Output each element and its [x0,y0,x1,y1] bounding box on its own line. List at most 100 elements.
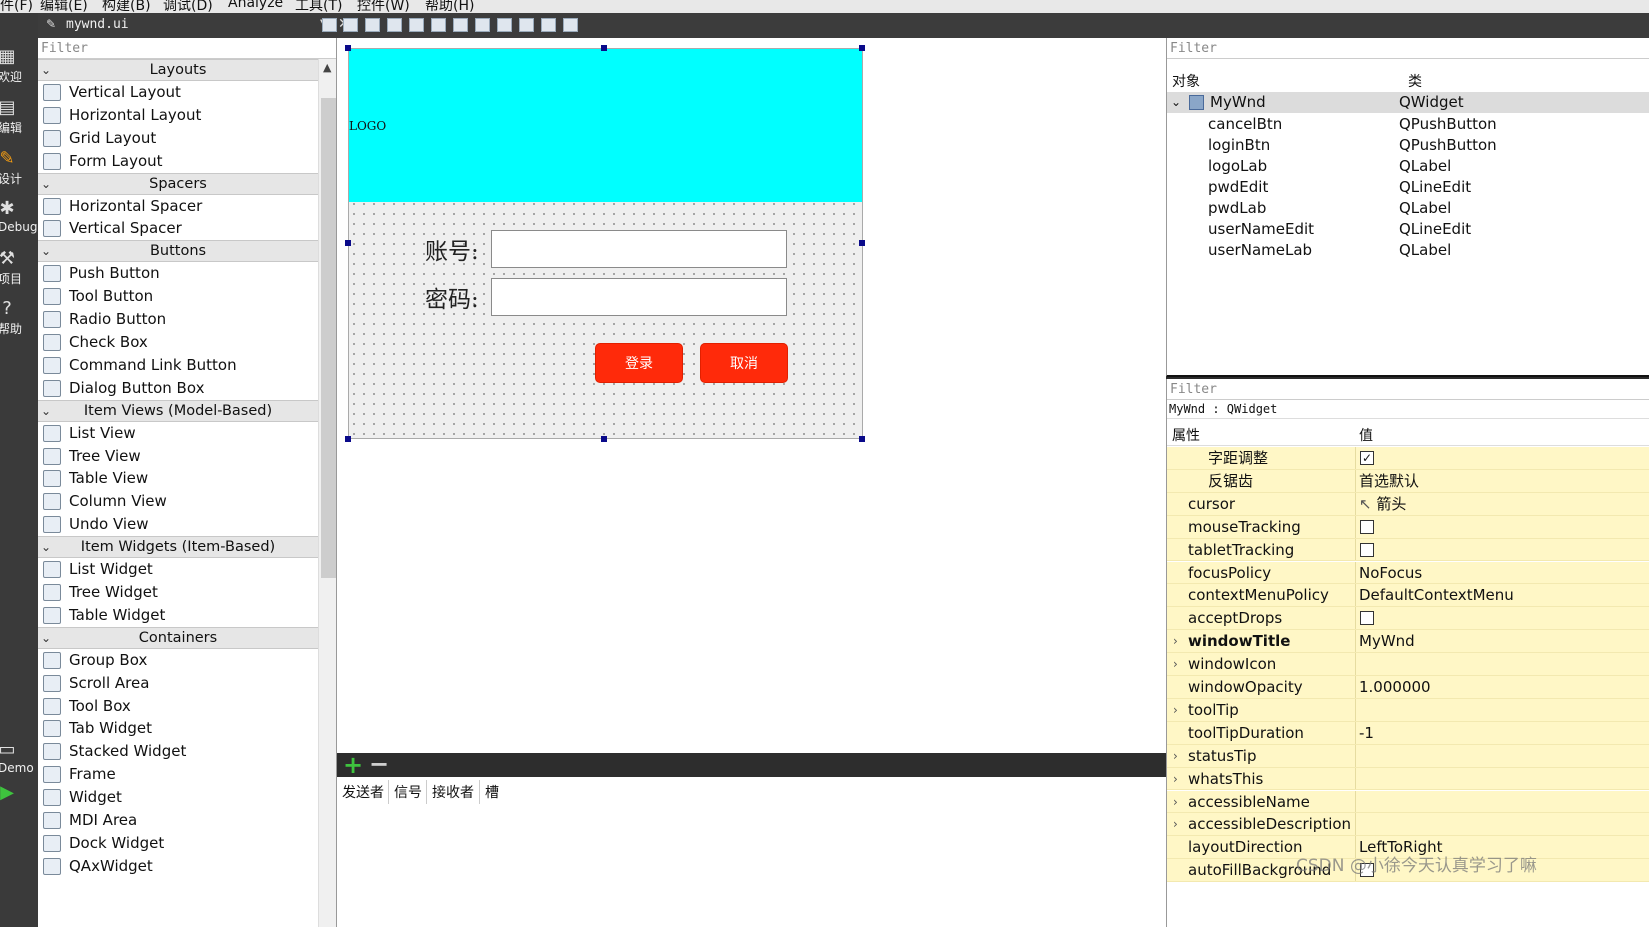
layout-tool-icon[interactable] [541,18,556,32]
property-checkbox[interactable] [1360,542,1374,557]
slot-column-header[interactable]: 槽 [485,782,499,802]
property-value[interactable]: ↖ 箭头 [1359,493,1406,516]
mode-2[interactable]: ▤ 编辑 [0,98,38,142]
property-row[interactable]: › accessibleDescription [1167,813,1649,837]
property-row[interactable]: toolTipDuration -1 [1167,721,1649,745]
collapse-chevron-icon[interactable]: ⌄ [1171,92,1181,113]
layout-tool-icon[interactable] [431,18,446,32]
resize-handle[interactable] [859,436,865,442]
property-value[interactable]: NoFocus [1359,562,1422,585]
resize-handle[interactable] [859,45,865,51]
object-row[interactable]: userNameEdit QLineEdit [1167,219,1649,240]
receiver-column-header[interactable]: 接收者 [432,782,474,802]
category-header[interactable]: ⌄ Containers [38,626,318,649]
expand-chevron-icon[interactable]: › [1173,813,1178,836]
layout-tool-icon[interactable] [519,18,534,32]
widget-item[interactable]: Form Layout [38,150,318,173]
property-row[interactable]: › accessibleName [1167,790,1649,814]
layout-tool-icon[interactable] [497,18,512,32]
layout-tool-icon[interactable] [365,18,380,32]
property-checkbox[interactable] [1360,611,1374,626]
resize-handle[interactable] [345,240,351,246]
expand-chevron-icon[interactable]: › [1173,630,1178,653]
expand-chevron-icon[interactable]: › [1173,791,1178,814]
mode-4[interactable]: ✱ Debug [0,199,38,243]
property-checkbox[interactable] [1360,519,1374,534]
property-row[interactable]: acceptDrops [1167,607,1649,631]
widget-item[interactable]: Horizontal Spacer [38,195,318,218]
scroll-up-icon[interactable]: ▲ [323,61,331,74]
menu-item[interactable]: 编辑(E) [40,0,88,13]
property-value[interactable]: MyWnd [1359,630,1415,653]
class-column-header[interactable]: 类 [1408,71,1422,91]
object-row-root[interactable]: ⌄ MyWnd QWidget [1167,92,1649,113]
property-row[interactable]: › windowIcon [1167,653,1649,676]
menu-item[interactable]: 帮助(H) [425,0,474,13]
widget-item[interactable]: Radio Button [38,308,318,331]
category-header[interactable]: ⌄ Item Views (Model-Based) [38,399,318,422]
widget-item[interactable]: Grid Layout [38,127,318,150]
widget-item[interactable]: QAxWidget [38,855,318,878]
property-row[interactable]: › whatsThis [1167,767,1649,791]
widget-item[interactable]: Stacked Widget [38,740,318,763]
password-input[interactable] [491,278,787,316]
menu-item[interactable]: 件(F) [0,0,33,13]
property-column-header[interactable]: 属性 [1172,425,1200,445]
widget-item[interactable]: Tree View [38,445,318,468]
widget-item[interactable]: Frame [38,763,318,786]
scrollbar-thumb[interactable] [321,98,336,578]
layout-tool-icon[interactable] [475,18,490,32]
widget-item[interactable]: Tab Widget [38,717,318,740]
widget-item[interactable]: List View [38,422,318,445]
widget-item[interactable]: Command Link Button [38,354,318,377]
expand-chevron-icon[interactable]: › [1173,653,1178,676]
property-value[interactable]: 首选默认 [1359,470,1419,493]
widget-item[interactable]: Group Box [38,649,318,672]
object-row[interactable]: pwdEdit QLineEdit [1167,177,1649,198]
mode-7[interactable]: ▭ Demo [0,740,38,784]
category-header[interactable]: ⌄ Layouts [38,59,318,81]
property-value[interactable]: 1.000000 [1359,676,1431,699]
resize-handle[interactable] [601,436,607,442]
widget-item[interactable]: Undo View [38,513,318,536]
widget-item[interactable]: Scroll Area [38,672,318,695]
remove-connection-icon[interactable]: − [369,750,389,778]
collapse-chevron-icon[interactable]: ⌄ [41,537,51,557]
signal-column-header[interactable]: 信号 [394,782,422,802]
widget-item[interactable]: Tool Button [38,285,318,308]
expand-chevron-icon[interactable]: › [1173,745,1178,768]
layout-tool-icon[interactable] [453,18,468,32]
property-row[interactable]: › toolTip [1167,698,1649,722]
collapse-chevron-icon[interactable]: ⌄ [41,628,51,648]
widget-item[interactable]: Push Button [38,262,318,285]
resize-handle[interactable] [859,240,865,246]
mode-1[interactable]: ▦ 欢迎 [0,47,38,91]
collapse-chevron-icon[interactable]: ⌄ [41,401,51,421]
collapse-chevron-icon[interactable]: ⌄ [41,60,51,80]
property-value[interactable]: -1 [1359,722,1374,745]
property-row[interactable]: focusPolicy NoFocus [1167,561,1649,585]
username-input[interactable] [491,230,787,268]
mode-6[interactable]: ? 帮助 [0,299,38,343]
property-row[interactable]: › windowTitle MyWnd [1167,630,1649,654]
expand-chevron-icon[interactable]: › [1173,699,1178,722]
widget-box-scrollbar[interactable]: ▲ [318,59,336,927]
expand-chevron-icon[interactable]: › [1173,768,1178,791]
widget-item[interactable]: Horizontal Layout [38,104,318,127]
layout-tool-icon[interactable] [387,18,402,32]
property-row[interactable]: mouseTracking [1167,515,1649,539]
widget-item[interactable]: Column View [38,490,318,513]
widget-item[interactable]: List Widget [38,558,318,581]
object-row[interactable]: logoLab QLabel [1167,156,1649,177]
password-label[interactable]: 密码: [425,280,479,314]
form-editor-canvas[interactable]: LOGO 账号: 密码: 登录 取消 [337,38,1166,753]
collapse-chevron-icon[interactable]: ⌄ [41,174,51,194]
account-label[interactable]: 账号: [425,232,479,266]
property-filter-input[interactable]: Filter [1167,379,1649,400]
menu-item[interactable]: 控件(W) [357,0,410,13]
category-header[interactable]: ⌄ Spacers [38,172,318,195]
resize-handle[interactable] [601,45,607,51]
login-button[interactable]: 登录 [595,343,683,383]
widget-item[interactable]: Vertical Spacer [38,217,318,240]
property-row[interactable]: 反锯齿 首选默认 [1167,469,1649,493]
